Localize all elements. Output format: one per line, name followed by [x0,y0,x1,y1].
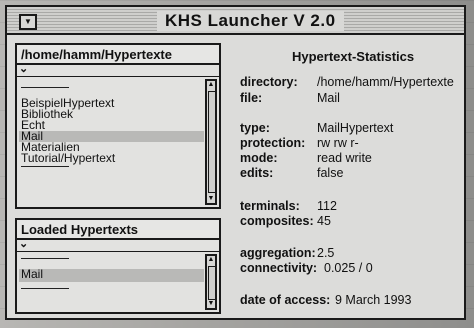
scroll-up-arrow-icon[interactable]: ▲ [207,256,215,264]
scroll-up-arrow-icon[interactable]: ▲ [207,81,215,89]
protection-value: rw rw r- [317,136,359,150]
chevron-down-icon[interactable]: ⌄ [19,237,28,250]
protection-label: protection: [240,136,306,150]
window-menu-button[interactable]: ▼ [19,14,37,30]
directory-path: /home/hamm/Hypertexte [17,45,219,65]
connectivity-value: 0.025 / 0 [324,261,373,275]
chevron-down-icon[interactable]: ⌄ [19,62,28,75]
composites-label: composites: [240,214,314,228]
type-label: type: [240,121,270,135]
loaded-list: Mail [19,256,204,299]
aggregation-value: 2.5 [317,246,335,260]
date-of-access-label: date of access: [240,293,331,307]
list-separator [21,288,69,296]
loaded-item-mail[interactable]: Mail [19,268,204,282]
loaded-scrollbar[interactable]: ▲ ▼ [205,254,217,310]
edits-label: edits: [240,166,274,180]
list-item-tutorial-hypertext[interactable]: Tutorial/Hypertext [19,152,204,164]
list-separator [21,258,69,266]
loaded-hypertexts-pane: Loaded Hypertexts ⌄ Mail ▲ ▼ [15,218,221,314]
loaded-menu-bar[interactable]: ⌄ [17,237,219,252]
mode-label: mode: [240,151,278,165]
list-item-echt[interactable]: Echt [19,119,204,131]
directory-value: /home/hamm/Hypertexte [317,75,454,89]
file-value: Mail [317,91,340,105]
composites-value: 45 [317,214,331,228]
file-label: file: [240,91,263,105]
terminals-value: 112 [317,199,337,213]
directory-list: BeispielHypertext Bibliothek Echt Mail M… [19,81,204,177]
mode-value: read write [317,151,372,165]
directory-menu-bar[interactable]: ⌄ [17,62,219,77]
title-bar[interactable]: ▼ KHS Launcher V 2.0 [7,7,464,35]
connectivity-label: connectivity: [240,261,318,275]
list-separator [21,166,69,174]
launcher-window: ▼ KHS Launcher V 2.0 /home/hamm/Hypertex… [5,5,466,320]
scroll-thumb[interactable] [208,91,216,193]
directory-pane: /home/hamm/Hypertexte ⌄ BeispielHypertex… [15,43,221,209]
aggregation-label: aggregation: [240,246,316,260]
type-value: MailHypertext [317,121,394,135]
scroll-down-arrow-icon[interactable]: ▼ [207,195,215,203]
scroll-down-arrow-icon[interactable]: ▼ [207,300,215,308]
directory-label: directory: [240,75,298,89]
directory-scrollbar[interactable]: ▲ ▼ [205,79,217,205]
scroll-thumb[interactable] [208,266,216,300]
date-of-access-value: 9 March 1993 [335,293,412,307]
triangle-down-icon: ▼ [24,17,32,26]
terminals-label: terminals: [240,199,300,213]
statistics-title: Hypertext-Statistics [292,49,415,64]
list-separator [21,87,69,95]
list-item-bibliothek[interactable]: Bibliothek [19,108,204,120]
edits-value: false [317,166,344,180]
window-title: KHS Launcher V 2.0 [157,11,344,31]
loaded-hypertexts-title: Loaded Hypertexts [17,220,219,240]
